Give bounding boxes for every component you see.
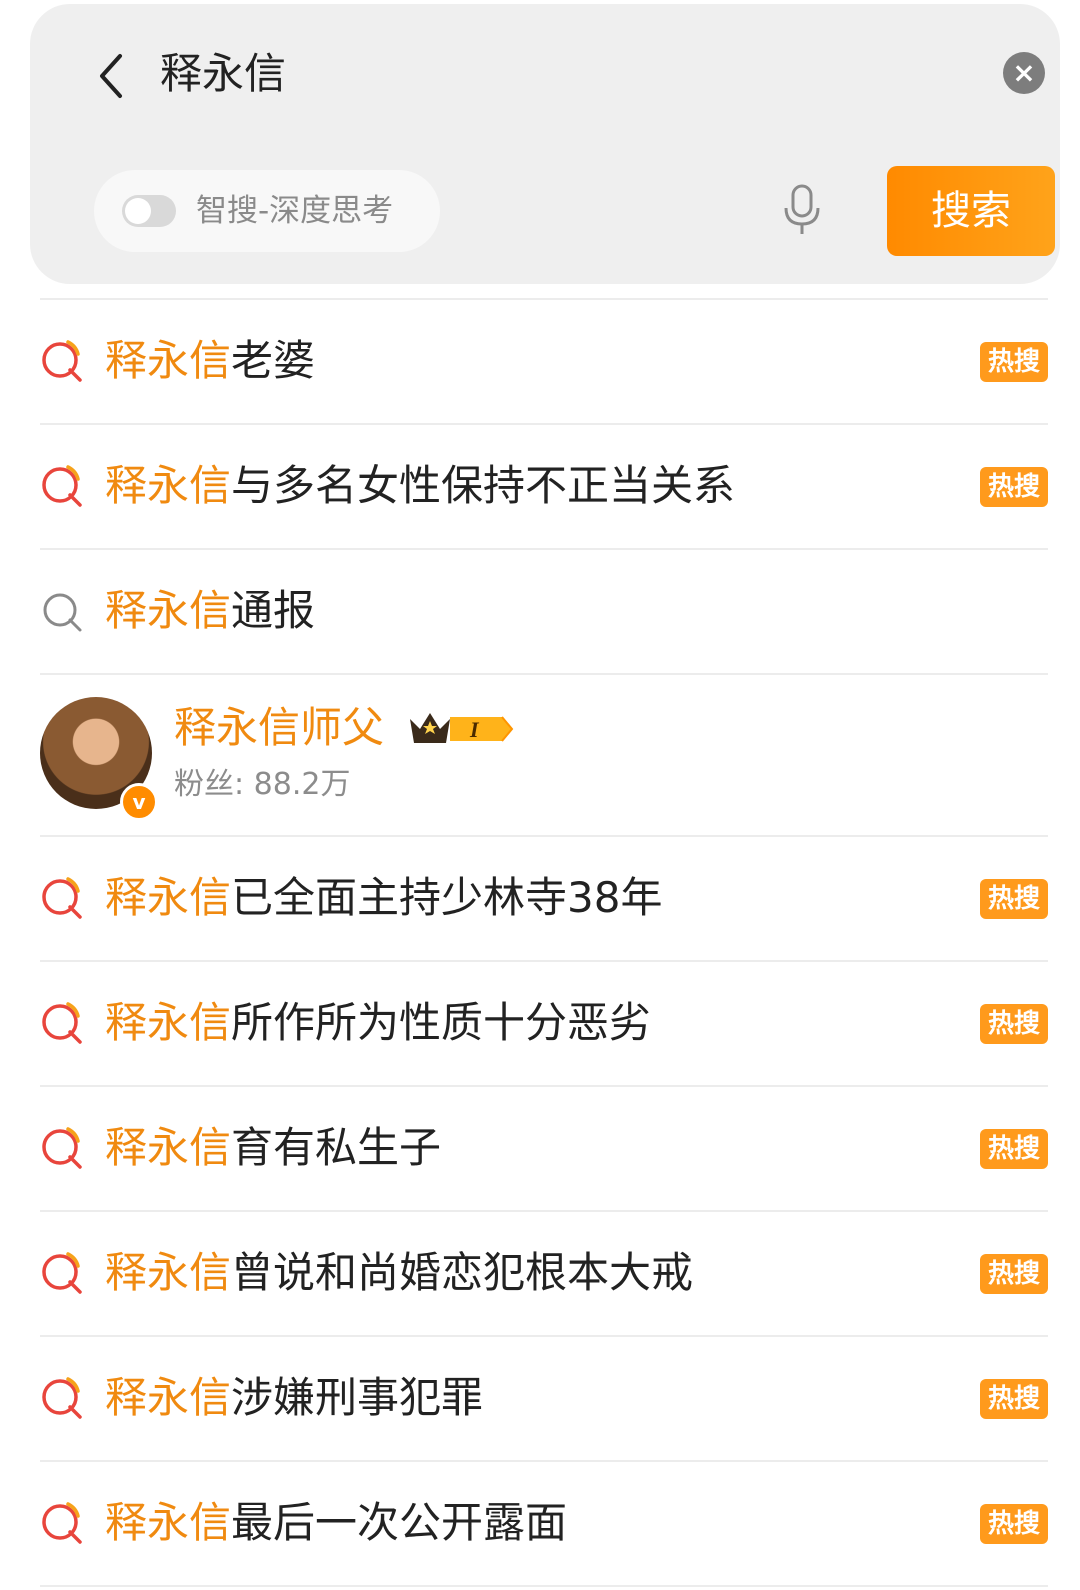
hot-badge: 热搜 (980, 1379, 1048, 1419)
hot-search-icon (42, 877, 82, 919)
hot-search-icon (42, 1127, 82, 1169)
search-panel: 释永信 × 智搜-深度思考 搜索 (30, 4, 1060, 284)
suggestion-text: 释永信涉嫌刑事犯罪 (105, 1373, 484, 1422)
suggestion-text: 释永信已全面主持少林寺38年 (105, 873, 663, 922)
hot-badge: 热搜 (980, 879, 1048, 919)
hot-search-icon (42, 1377, 82, 1419)
suggestion-item[interactable]: 释永信已全面主持少林寺38年 热搜 (40, 837, 1048, 960)
vip-crown-icon: I (410, 713, 514, 743)
search-button[interactable]: 搜索 (887, 166, 1055, 256)
hot-badge: 热搜 (980, 1254, 1048, 1294)
hot-search-icon (42, 1252, 82, 1294)
search-query-text[interactable]: 释永信 (160, 46, 286, 102)
hot-search-icon (42, 340, 82, 382)
suggestion-text: 释永信曾说和尚婚恋犯根本大戒 (105, 1248, 694, 1297)
suggestion-text: 释永信所作所为性质十分恶劣 (105, 998, 652, 1047)
suggestion-item[interactable]: 释永信涉嫌刑事犯罪 热搜 (40, 1337, 1048, 1460)
hot-search-icon (42, 465, 82, 507)
ai-search-label: 智搜-深度思考 (196, 193, 394, 229)
svg-text:I: I (469, 717, 480, 742)
hot-badge: 热搜 (980, 342, 1048, 382)
suggestion-text: 释永信最后一次公开露面 (105, 1498, 568, 1547)
clear-icon[interactable]: × (1003, 52, 1045, 94)
suggestion-item[interactable]: 释永信与多名女性保持不正当关系 热搜 (40, 425, 1048, 548)
suggestion-text: 释永信通报 (105, 586, 316, 635)
followers-count: 粉丝: 88.2万 (174, 767, 351, 802)
hot-search-icon (42, 1502, 82, 1544)
suggestion-item[interactable]: 释永信育有私生子 热搜 (40, 1087, 1048, 1210)
hot-search-icon (42, 1002, 82, 1044)
suggestion-text: 释永信与多名女性保持不正当关系 (105, 461, 736, 510)
search-icon (43, 593, 82, 632)
suggestion-item[interactable]: 释永信曾说和尚婚恋犯根本大戒 热搜 (40, 1212, 1048, 1335)
hot-badge: 热搜 (980, 467, 1048, 507)
suggestion-text: 释永信老婆 (105, 336, 316, 385)
verified-icon: v (120, 783, 158, 821)
suggestion-text: 释永信育有私生子 (105, 1123, 442, 1172)
back-arrow-icon[interactable] (90, 48, 134, 104)
suggestion-item[interactable]: 释永信通报 (40, 550, 1048, 673)
hot-badge: 热搜 (980, 1129, 1048, 1169)
microphone-icon[interactable] (782, 184, 822, 238)
suggestion-item[interactable]: 释永信所作所为性质十分恶劣 热搜 (40, 962, 1048, 1085)
hot-badge: 热搜 (980, 1504, 1048, 1544)
hot-badge: 热搜 (980, 1004, 1048, 1044)
toggle-switch[interactable] (122, 195, 176, 227)
suggestion-list: 释永信老婆 热搜 释永信与多名女性保持不正当关系 热搜 释永信通报 v 释永信师… (40, 298, 1048, 1587)
user-name: 释永信师父 (174, 703, 385, 752)
suggestion-item[interactable]: 释永信最后一次公开露面 热搜 (40, 1462, 1048, 1585)
ai-search-toggle[interactable]: 智搜-深度思考 (94, 170, 440, 252)
suggestion-item[interactable]: 释永信老婆 热搜 (40, 300, 1048, 423)
user-result[interactable]: v 释永信师父 I 粉丝: 88.2万 (40, 675, 1048, 835)
